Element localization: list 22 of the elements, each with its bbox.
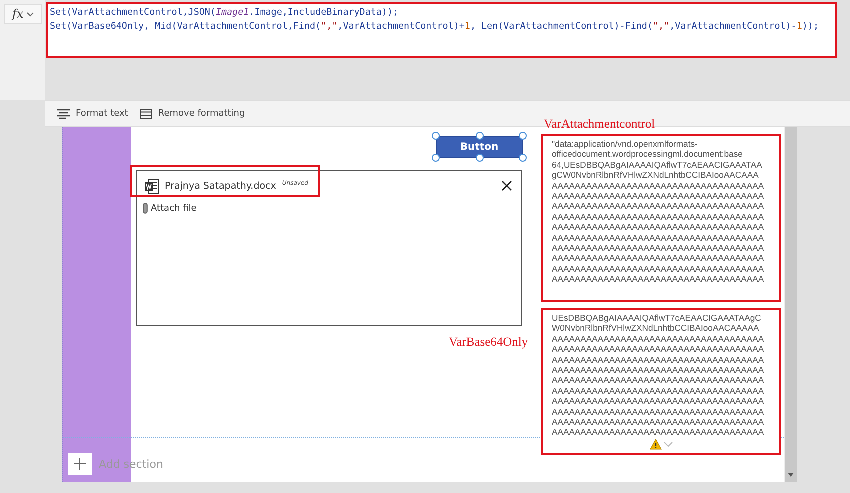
- lines-icon: [57, 108, 70, 118]
- scrollbar[interactable]: [784, 127, 797, 482]
- remove-formatting-button[interactable]: Remove formatting: [140, 108, 246, 118]
- scroll-down-icon[interactable]: [788, 473, 794, 477]
- annotation-label: VarAttachmentcontrol: [544, 117, 656, 132]
- annotation-label: VarBase64Only: [449, 335, 528, 350]
- paperclip-icon: [143, 203, 148, 214]
- function-button[interactable]: fx: [4, 4, 42, 24]
- stack-icon: [140, 108, 152, 118]
- text-box: "data:application/vnd.openxmlformats- officedocument.wordprocessingml.document:base 64,UEsDBBQABgAIAAAAIQAflwT7cAEAACIGAAATAA gCW0NvbnRlbnRfVHlwZXNdLnhtbCCIBAIooAACAAA AAAAAAAAAAAAAAAAAAAAAAAAAAAAAAAAAAAAA AAAAAAAAAAAAAAAAAAAAAAAAAAAAAAAAAAAAA AAAAAAAAAAAAAAAAAAAAAAAAAAAAAAAAAAAAA AAAAAAAAAAAAAAAAAAAAAAAAAAAAAAAAAAAAA AAAAAAAAAAAAAAAAAAAAAAAAAAAAAAAAAAAAA AAAAAAAAAAAAAAAAAAAAAAAAAAAAAAAAAAAAA AAAAAAAAAAAAAAAAAAAAAAAAAAAAAAAAAAAAA AAAAAAAAAAAAAAAAAAAAAAAAAAAAAAAAAAAAA AAAAAAAAAAAAAAAAAAAAAAAAAAAAAAAAAAAAA AAAAAAAAAAAAAAAAAAAAAAAAAAAAAAAAAAAAA: [541, 134, 781, 302]
- formula-line: Set(VarAttachmentControl,JSON(Image1.Image,IncludeBinaryData));: [50, 6, 400, 20]
- plus-icon[interactable]: [68, 453, 92, 475]
- word-document-icon: [145, 179, 159, 194]
- close-icon[interactable]: [502, 181, 512, 191]
- formula-line: Set(VarBase64Only, Mid(VarAttachmentControl,Find(",",VarAttachmentControl)+1, Len(VarAttachmentControl)-Find(",",VarAttachmentControl)-1));: [50, 20, 820, 34]
- file-name: Prajnya Satapathy.docx: [165, 181, 276, 192]
- format-text-button[interactable]: Format text: [57, 108, 128, 118]
- chevron-icon: [26, 12, 34, 16]
- warning-icon: [650, 438, 662, 450]
- formula-field[interactable]: [46, 2, 837, 58]
- text-box: UEsDBBQABgAIAAAAIQAflwT7cAEAACIGAAATAAgC W0NvbnRlbnRfVHlwZXNdLnhtbCCIBAIooAACAAAAA AAAAAAAAAAAAAAAAAAAAAAAAAAAAAAAAAAAAA AAAAAAAAAAAAAAAAAAAAAAAAAAAAAAAAAAAAA AAAAAAAAAAAAAAAAAAAAAAAAAAAAAAAAAAAAA AAAAAAAAAAAAAAAAAAAAAAAAAAAAAAAAAAAAA AAAAAAAAAAAAAAAAAAAAAAAAAAAAAAAAAAAAA AAAAAAAAAAAAAAAAAAAAAAAAAAAAAAAAAAAAA AAAAAAAAAAAAAAAAAAAAAAAAAAAAAAAAAAAAA AAAAAAAAAAAAAAAAAAAAAAAAAAAAAAAAAAAAA AAAAAAAAAAAAAAAAAAAAAAAAAAAAAAAAAAAAA AAAAAAAAAAAAAAAAAAAAAAAAAAAAAAAAAAAAA: [541, 308, 781, 455]
- attach-file-link[interactable]: Attach file: [137, 194, 521, 214]
